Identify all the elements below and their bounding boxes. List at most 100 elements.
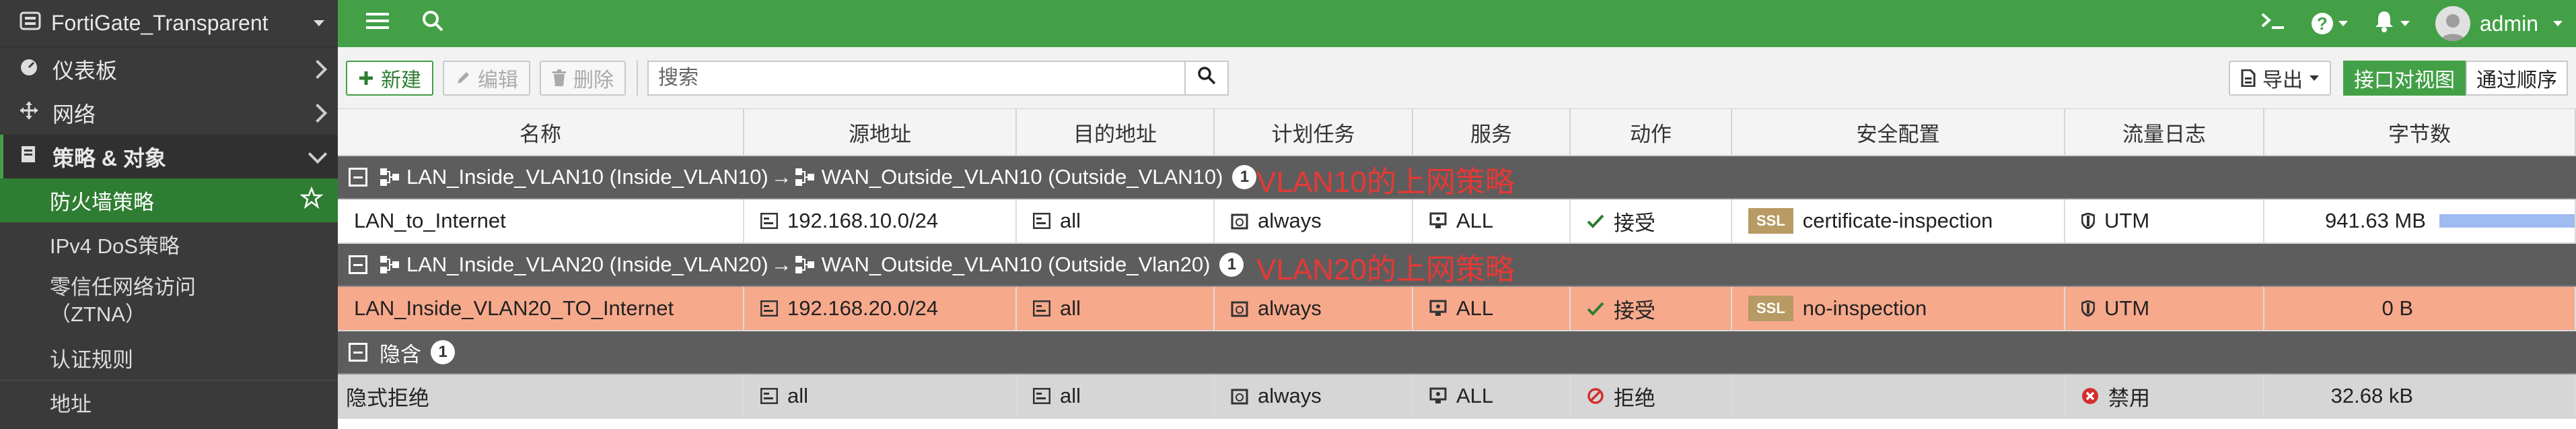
- cell-schedule-value: always: [1258, 296, 1322, 320]
- group-count-badge: 1: [1219, 253, 1244, 277]
- table-row-implicit-deny[interactable]: 隐式拒绝 all all always ALL 拒绝 禁用 32.68 kB: [338, 374, 2576, 419]
- help-button[interactable]: ?: [2311, 13, 2348, 34]
- cell-log-value: UTM: [2104, 296, 2150, 320]
- pencil-icon: [455, 70, 471, 86]
- collapse-icon[interactable]: [349, 168, 367, 187]
- cell-security-value: no-inspection: [1802, 296, 1927, 320]
- trash-icon: [552, 69, 567, 87]
- cell-destination: all: [1017, 287, 1215, 330]
- column-header-service[interactable]: 服务: [1413, 109, 1571, 155]
- search-icon: [1197, 66, 1216, 90]
- device-selector[interactable]: FortiGate_Transparent: [0, 0, 338, 47]
- group-destination-interface: WAN_Outside_VLAN10 (Outside_VLAN10): [821, 165, 1223, 189]
- table-row-selected[interactable]: LAN_Inside_VLAN20_TO_Internet 192.168.20…: [338, 287, 2576, 331]
- group-header-vlan10[interactable]: LAN_Inside_VLAN10 (Inside_VLAN10) → WAN_…: [338, 156, 2576, 199]
- cell-action-value: 接受: [1614, 211, 1655, 235]
- cell-source: all: [744, 374, 1017, 418]
- delete-button[interactable]: 删除: [540, 60, 626, 96]
- group-destination-interface: WAN_Outside_VLAN10 (Outside_Vlan20): [821, 253, 1211, 276]
- annotation-text: VLAN20的上网策略: [1256, 253, 1515, 286]
- check-icon: [1587, 301, 1604, 316]
- sidebar-item-network[interactable]: 网络: [0, 91, 338, 135]
- policy-icon: [19, 144, 39, 170]
- cell-source-value: 192.168.10.0/24: [787, 209, 939, 232]
- cell-log: UTM: [2065, 199, 2264, 242]
- sidebar-item-ztna[interactable]: 零信任网络访问 （ZTNA）: [0, 266, 338, 336]
- menu-icon[interactable]: [366, 11, 389, 36]
- interface-icon: [380, 255, 400, 274]
- interface-icon: [795, 255, 815, 274]
- address-icon: [760, 300, 778, 317]
- cell-destination: all: [1017, 199, 1215, 242]
- sidebar-item-label: 认证规则: [50, 348, 133, 372]
- network-icon: [19, 100, 39, 126]
- dashboard-icon: [19, 57, 39, 82]
- sidebar-item-auth-rules[interactable]: 认证规则: [0, 336, 338, 380]
- address-icon: [1033, 300, 1050, 317]
- collapse-icon[interactable]: [349, 255, 367, 274]
- cell-schedule-value: always: [1258, 209, 1322, 232]
- fortigate-icon: [19, 9, 42, 38]
- notifications-button[interactable]: [2373, 9, 2410, 38]
- cell-action: 接受: [1571, 199, 1732, 242]
- column-header-action[interactable]: 动作: [1571, 109, 1732, 155]
- bytes-bar: [2439, 214, 2575, 228]
- cell-action-value: 接受: [1614, 298, 1655, 323]
- cell-destination-value: all: [1060, 209, 1081, 232]
- table-row[interactable]: LAN_to_Internet 192.168.10.0/24 all alwa…: [338, 199, 2576, 244]
- top-bar: ? admin: [338, 0, 2576, 47]
- cell-security: SSL certificate-inspection: [1732, 199, 2065, 242]
- service-icon: [1429, 387, 1447, 405]
- collapse-icon[interactable]: [349, 343, 367, 362]
- ssl-badge: SSL: [1748, 296, 1793, 321]
- search-icon[interactable]: [421, 9, 444, 38]
- cli-console-icon[interactable]: [2260, 11, 2286, 36]
- search-input[interactable]: [647, 60, 1186, 96]
- group-header-implicit[interactable]: 隐含 1: [338, 331, 2576, 374]
- cell-action-value: 拒绝: [1614, 386, 1655, 410]
- new-button[interactable]: 新建: [346, 60, 433, 96]
- sidebar-item-firewall-policy[interactable]: 防火墙策略: [0, 178, 338, 222]
- column-header-destination[interactable]: 目的地址: [1017, 109, 1215, 155]
- cell-destination: all: [1017, 374, 1215, 418]
- sidebar-item-label: IPv4 DoS策略: [50, 234, 180, 258]
- address-icon: [760, 388, 778, 404]
- sidebar-item-label: 地址: [50, 393, 92, 416]
- cell-destination-value: all: [1060, 384, 1081, 407]
- user-menu[interactable]: admin: [2435, 6, 2563, 41]
- group-count-badge: 1: [1232, 165, 1257, 189]
- interface-pair-view-button[interactable]: 接口对视图: [2343, 60, 2466, 96]
- column-header-log[interactable]: 流量日志: [2065, 109, 2264, 155]
- column-header-security-profiles[interactable]: 安全配置: [1732, 109, 2065, 155]
- chevron-down-icon: [308, 144, 328, 164]
- cell-bytes: 32.68 kB: [2264, 374, 2576, 418]
- chevron-right-icon: [308, 59, 328, 79]
- column-header-bytes[interactable]: 字节数: [2264, 109, 2576, 155]
- sidebar-item-policy-objects[interactable]: 策略 & 对象: [0, 135, 338, 178]
- device-name: FortiGate_Transparent: [51, 11, 269, 35]
- sidebar-item-dos-policy[interactable]: IPv4 DoS策略: [0, 222, 338, 266]
- cell-service-value: ALL: [1456, 209, 1494, 232]
- column-header-source[interactable]: 源地址: [744, 109, 1017, 155]
- column-header-name[interactable]: 名称: [338, 109, 744, 155]
- service-icon: [1429, 300, 1447, 317]
- toolbar-divider: [637, 60, 638, 96]
- sequence-view-button[interactable]: 通过顺序: [2466, 60, 2568, 96]
- group-header-vlan20[interactable]: LAN_Inside_VLAN20 (Inside_VLAN20) → WAN_…: [338, 244, 2576, 287]
- cell-source-value: 192.168.20.0/24: [787, 296, 939, 320]
- column-header-schedule[interactable]: 计划任务: [1215, 109, 1413, 155]
- export-icon: [2241, 69, 2256, 87]
- search-submit-button[interactable]: [1186, 60, 1229, 96]
- cell-service-value: ALL: [1456, 296, 1494, 320]
- export-button[interactable]: 导出: [2229, 60, 2331, 96]
- schedule-icon: [1231, 300, 1248, 317]
- view-toggle: 接口对视图 通过顺序: [2343, 60, 2568, 96]
- sidebar-item-address[interactable]: 地址: [0, 381, 338, 424]
- sidebar-item-label-wrap: 零信任网络访问 （ZTNA）: [50, 274, 323, 328]
- sidebar-item-dashboard[interactable]: 仪表板: [0, 47, 338, 91]
- edit-button[interactable]: 编辑: [443, 60, 530, 96]
- cell-name: 隐式拒绝: [338, 374, 744, 418]
- username: admin: [2479, 11, 2538, 36]
- star-icon[interactable]: [299, 186, 324, 215]
- new-button-label: 新建: [381, 69, 421, 92]
